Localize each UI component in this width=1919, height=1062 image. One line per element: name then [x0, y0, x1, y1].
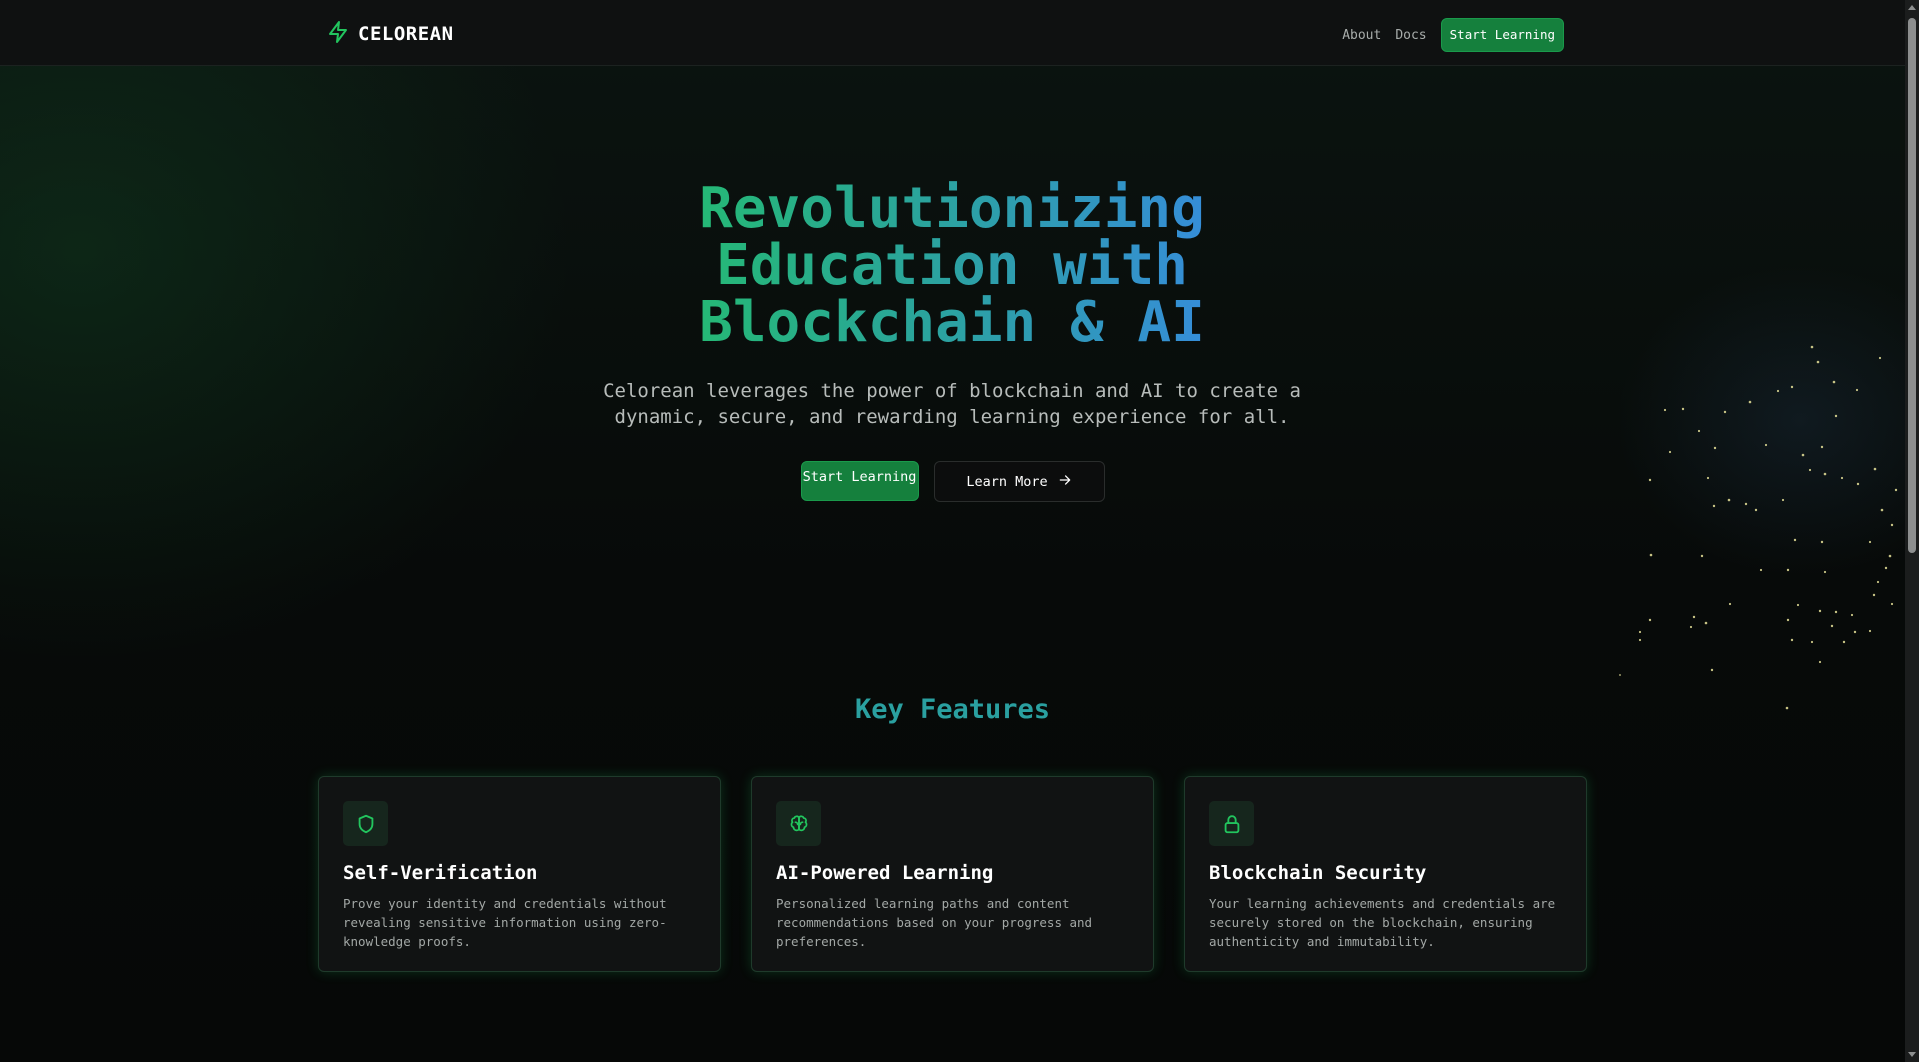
hero-title-line-2: Education with [715, 233, 1188, 298]
logo-text: CELOREAN [358, 23, 454, 45]
feature-card-description: Personalized learning paths and content … [776, 896, 1093, 949]
hero-subtitle-line-2: dynamic, secure, and rewarding learning … [614, 406, 1290, 428]
nav-link-about[interactable]: About [1342, 28, 1381, 43]
shield-icon [343, 801, 388, 846]
feature-card-blockchain-security: Blockchain Security Your learning achiev… [1184, 776, 1587, 972]
hero-subtitle: Celorean leverages the power of blockcha… [560, 378, 1344, 430]
feature-card-title: Self-Verification [343, 862, 538, 884]
logo[interactable]: CELOREAN [326, 20, 454, 48]
feature-card-description: Prove your identity and credentials with… [343, 896, 667, 949]
top-nav: About Docs Start Learning [1342, 18, 1564, 52]
header-start-learning-button[interactable]: Start Learning [1440, 18, 1564, 52]
feature-card-title: Blockchain Security [1209, 862, 1427, 884]
scrollbar-thumb[interactable] [1908, 18, 1916, 553]
vertical-scrollbar[interactable] [1905, 0, 1919, 1062]
scroll-down-arrow-icon[interactable] [1908, 1052, 1916, 1057]
hero-title-line-1: Revolutionizing [699, 176, 1205, 241]
brain-icon [776, 801, 821, 846]
lock-icon [1209, 801, 1254, 846]
page: CELOREAN About Docs Start Learning Revol… [0, 0, 1919, 1062]
feature-card-description: Your learning achievements and credentia… [1209, 896, 1556, 949]
lightning-bolt-icon [326, 20, 350, 48]
hero-subtitle-line-1: Celorean leverages the power of blockcha… [603, 380, 1301, 402]
hero-start-learning-button[interactable]: Start Learning [800, 461, 919, 501]
feature-card-ai-powered-learning: AI-Powered Learning Personalized learnin… [751, 776, 1154, 972]
feature-card-self-verification: Self-Verification Prove your identity an… [318, 776, 721, 972]
feature-card-title: AI-Powered Learning [776, 862, 994, 884]
arrow-right-icon [1058, 473, 1072, 491]
learn-more-label: Learn More [966, 473, 1048, 490]
hero-title-line-3: Blockchain & AI [699, 290, 1205, 355]
feature-cards: Self-Verification Prove your identity an… [318, 776, 1587, 972]
scroll-up-arrow-icon[interactable] [1908, 5, 1916, 10]
hero-title: Revolutionizing Education with Blockchai… [560, 180, 1344, 351]
nav-link-docs[interactable]: Docs [1395, 28, 1426, 43]
features-title: Key Features [854, 694, 1051, 725]
learn-more-button[interactable]: Learn More [933, 461, 1105, 502]
site-header: CELOREAN About Docs Start Learning [0, 0, 1905, 66]
sparkle-particles [1619, 345, 1898, 710]
